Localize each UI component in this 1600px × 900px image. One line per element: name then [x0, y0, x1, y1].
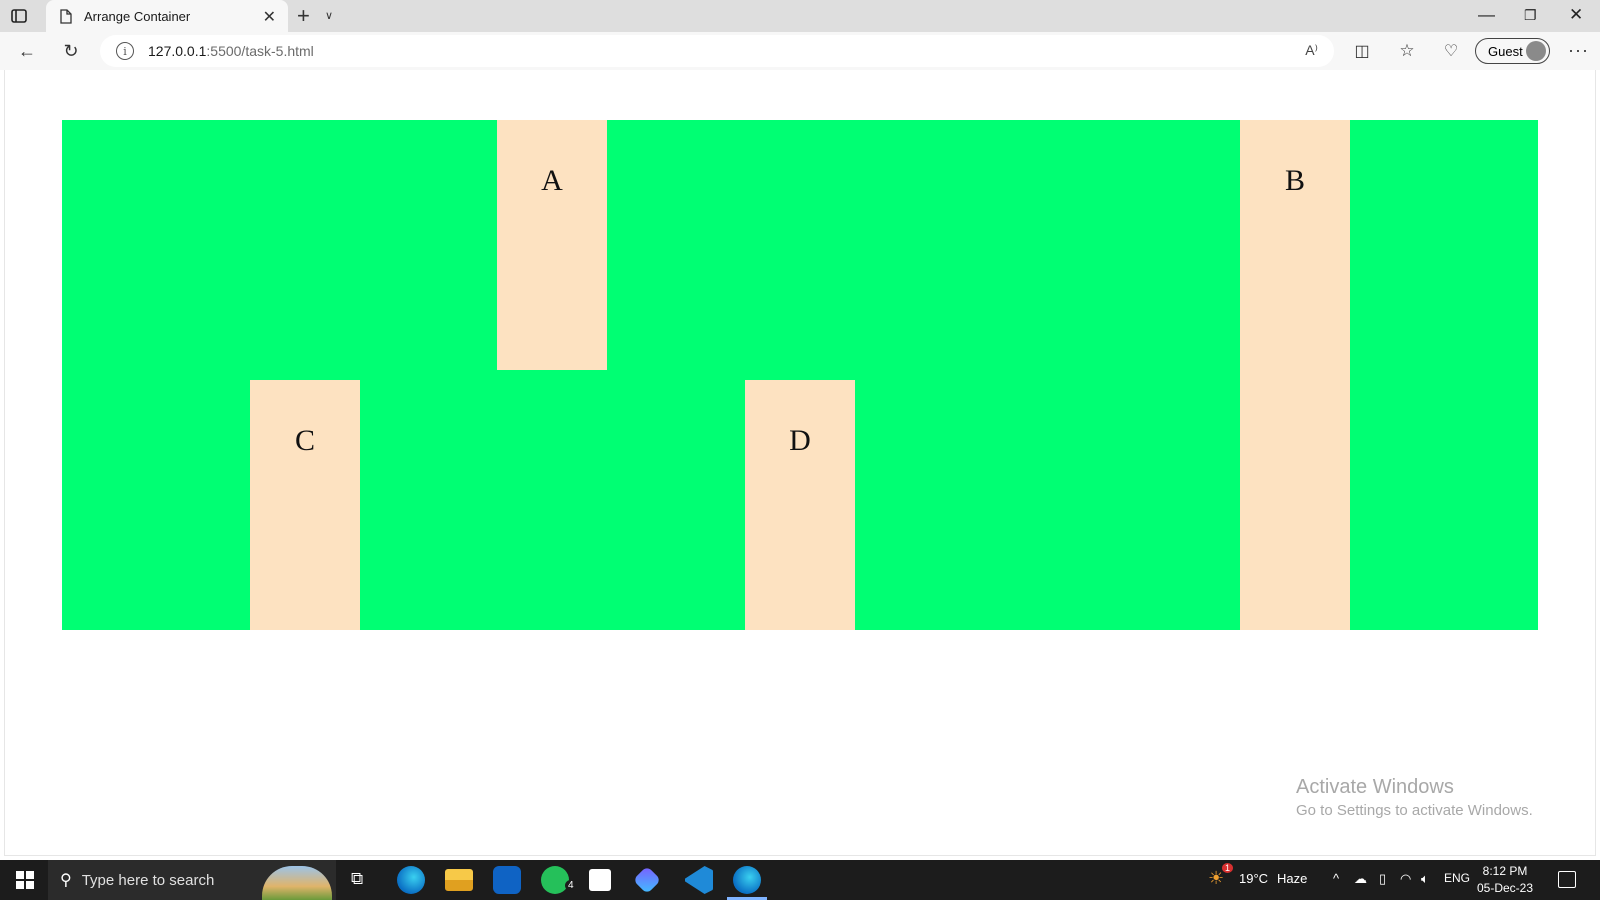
- tab-close-icon[interactable]: ✕: [263, 7, 276, 27]
- volume-icon[interactable]: 🔈︎: [1421, 871, 1429, 887]
- file-explorer-icon[interactable]: [445, 869, 473, 891]
- minimize-icon[interactable]: —: [1478, 5, 1495, 25]
- box-d: D: [745, 380, 855, 630]
- box-c-label: C: [294, 424, 315, 457]
- box-b-label: B: [1284, 164, 1305, 197]
- clock-date: 05-Dec-23: [1476, 881, 1534, 895]
- weather-icon[interactable]: ☀: [1208, 868, 1224, 889]
- language-indicator[interactable]: ENG: [1444, 871, 1470, 885]
- weather-badge: 1: [1222, 863, 1234, 873]
- split-screen-icon[interactable]: ◫: [1351, 40, 1373, 62]
- page-document-icon: [60, 8, 72, 24]
- whatsapp-icon[interactable]: [541, 866, 569, 894]
- microsoft-store-icon[interactable]: [589, 869, 611, 891]
- tab-title: Arrange Container: [84, 8, 191, 24]
- close-window-icon[interactable]: ✕: [1569, 5, 1583, 25]
- clock-time: 8:12 PM: [1482, 864, 1528, 878]
- refresh-icon[interactable]: ↻: [60, 40, 82, 62]
- taskbar-search[interactable]: ⚲ Type here to search: [48, 860, 336, 900]
- search-highlight-image: [262, 866, 332, 900]
- taskbar: ⚲ Type here to search ⧉ 4 ☀ 1 19°C Haze …: [0, 860, 1600, 900]
- flex-container: A B C D: [62, 120, 1538, 630]
- box-c: C: [250, 380, 360, 630]
- windows-start-icon[interactable]: [16, 871, 34, 889]
- address-bar[interactable]: i 127.0.0.1:5500/task-5.html A⁾: [100, 35, 1334, 67]
- box-b: B: [1240, 120, 1350, 630]
- watermark-subtitle: Go to Settings to activate Windows.: [1296, 802, 1533, 819]
- task-view-icon[interactable]: ⧉: [351, 869, 363, 889]
- more-options-icon[interactable]: ···: [1568, 40, 1589, 61]
- notification-icon[interactable]: [1558, 871, 1576, 888]
- vscode-icon[interactable]: [685, 866, 713, 894]
- profile-label: Guest: [1488, 43, 1523, 59]
- clock[interactable]: 8:12 PM 05-Dec-23: [1470, 863, 1540, 897]
- restore-icon[interactable]: ❐: [1524, 7, 1537, 24]
- profile-button[interactable]: Guest: [1475, 38, 1550, 64]
- weather-temp[interactable]: 19°C: [1239, 871, 1268, 886]
- whatsapp-badge: 4: [565, 880, 577, 891]
- box-a: A: [497, 120, 607, 370]
- weather-desc[interactable]: Haze: [1277, 871, 1307, 886]
- read-aloud-icon[interactable]: A⁾: [1305, 42, 1318, 59]
- url-text[interactable]: 127.0.0.1:5500/task-5.html: [148, 43, 314, 59]
- browser-essentials-icon[interactable]: ♡: [1440, 40, 1462, 62]
- back-icon[interactable]: ←: [16, 40, 38, 62]
- search-icon: ⚲: [60, 872, 72, 889]
- search-placeholder: Type here to search: [81, 871, 215, 889]
- tab-actions-icon[interactable]: [10, 7, 28, 25]
- navigation-bar: ← ↻ i 127.0.0.1:5500/task-5.html A⁾ ◫ ☆ …: [0, 32, 1600, 70]
- chevron-up-icon[interactable]: ^: [1333, 871, 1339, 886]
- copilot-icon[interactable]: [632, 865, 662, 895]
- tab-bar: Arrange Container ✕ + ∨ — ❐ ✕: [0, 0, 1600, 32]
- outlook-icon[interactable]: [493, 866, 521, 894]
- edge-icon[interactable]: [397, 866, 425, 894]
- tab-active[interactable]: Arrange Container ✕: [46, 0, 288, 32]
- new-tab-icon[interactable]: +: [297, 3, 310, 29]
- box-a-label: A: [541, 164, 563, 197]
- site-info-icon[interactable]: i: [116, 42, 134, 60]
- chevron-down-icon[interactable]: ∨: [325, 9, 333, 22]
- device-icon[interactable]: ▯: [1379, 871, 1386, 887]
- wifi-icon[interactable]: ◠: [1400, 871, 1411, 887]
- onedrive-icon[interactable]: ☁: [1354, 871, 1367, 887]
- favorites-icon[interactable]: ☆: [1396, 40, 1418, 62]
- avatar: [1526, 41, 1546, 61]
- activate-windows-watermark: Activate Windows Go to Settings to activ…: [1296, 776, 1533, 819]
- box-d-label: D: [789, 424, 811, 457]
- edge-active-icon[interactable]: [727, 866, 767, 900]
- watermark-title: Activate Windows: [1296, 776, 1454, 798]
